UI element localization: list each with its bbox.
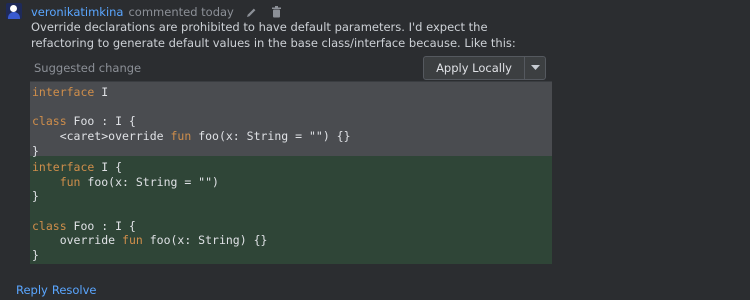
comment-author[interactable]: veronikatimkina [31,5,123,19]
chevron-down-icon [530,65,540,70]
avatar-head [10,5,17,12]
code-text: I { [94,160,123,174]
code-keyword: fun [170,129,192,144]
avatar [6,3,22,19]
code-keyword: fun [59,174,81,189]
trash-icon[interactable] [270,5,284,19]
comment-header: veronikatimkina commented today [31,4,284,20]
suggested-change-panel: Suggested change Apply Locally interface… [30,55,552,266]
comment-meta: commented today [128,5,234,19]
code-text: I [94,85,109,99]
suggested-change-title: Suggested change [34,61,142,75]
pencil-icon[interactable] [245,5,259,19]
added-code-block: interface I { fun foo(x: String = "")} cl… [30,156,552,264]
code-line: fun foo(x: String = "") [30,175,552,190]
code-text: } [32,248,39,263]
apply-dropdown-button[interactable] [525,57,545,79]
code-line: class Foo : I { [30,114,552,129]
code-keyword: class [32,114,67,129]
code-keyword: class [32,218,67,233]
code-text: Foo : I { [66,218,136,233]
code-line: override fun foo(x: String) {} [30,233,552,248]
code-text: } [32,189,39,204]
code-line: } [30,248,552,263]
avatar-body [8,12,20,19]
code-line: <caret>override fun foo(x: String = "") … [30,129,552,144]
code-keyword: fun [122,233,143,248]
code-line: interface I { [30,160,552,175]
code-line: } [30,189,552,204]
code-text: <caret>override [32,129,171,144]
reply-link[interactable]: Reply [16,283,48,297]
code-keyword: interface [32,85,95,99]
suggested-change-header: Suggested change Apply Locally [30,55,552,82]
comment-body: Override declarations are prohibited to … [31,20,516,50]
code-text: } [32,143,39,158]
code-text: override [32,233,123,248]
code-keyword: interface [32,160,95,174]
code-text: Foo : I { [66,114,136,129]
code-text: foo(x: String) {} [142,233,268,248]
code-line: interface I [30,85,552,100]
code-text: foo(x: String = "") {} [191,129,351,144]
code-text: foo(x: String = "") [80,174,219,189]
apply-locally-group: Apply Locally [423,56,546,80]
code-line: class Foo : I { [30,219,552,234]
removed-code-block: interface Iclass Foo : I { <caret>overri… [30,82,552,158]
comment-footer: Reply Resolve [16,283,97,297]
resolve-link[interactable]: Resolve [52,283,97,297]
apply-locally-button[interactable]: Apply Locally [424,57,525,79]
